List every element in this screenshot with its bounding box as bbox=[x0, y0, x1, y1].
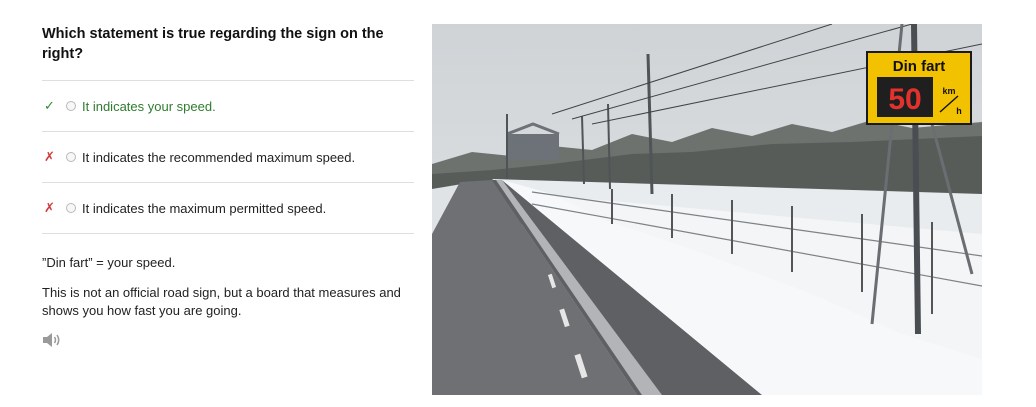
radio-button[interactable] bbox=[66, 152, 76, 162]
quiz-panel: Which statement is true regarding the si… bbox=[42, 24, 414, 348]
radio-button[interactable] bbox=[66, 101, 76, 111]
answer-option-1[interactable]: ✓ It indicates your speed. bbox=[42, 81, 414, 132]
speaker-icon[interactable] bbox=[42, 332, 62, 348]
answer-list: ✓ It indicates your speed. ✗ It indicate… bbox=[42, 80, 414, 234]
sign-speed-value: 50 bbox=[888, 83, 921, 116]
question-text: Which statement is true regarding the si… bbox=[42, 26, 384, 62]
sign-title: Din fart bbox=[893, 58, 946, 75]
check-icon: ✓ bbox=[44, 98, 55, 113]
answer-label: It indicates the maximum permitted speed… bbox=[82, 200, 327, 216]
answer-label: It indicates your speed. bbox=[82, 98, 216, 114]
sign-unit-h: h bbox=[956, 106, 962, 116]
cross-icon: ✗ bbox=[44, 149, 55, 164]
road-photo: Din fart 50 km h bbox=[432, 24, 982, 395]
explanation-line-2: This is not an official road sign, but a… bbox=[42, 285, 401, 318]
sign-unit-km: km bbox=[942, 86, 955, 96]
radio-button[interactable] bbox=[66, 203, 76, 213]
cross-icon: ✗ bbox=[44, 200, 55, 215]
answer-option-2[interactable]: ✗ It indicates the recommended maximum s… bbox=[42, 132, 414, 183]
answer-label: It indicates the recommended maximum spe… bbox=[82, 149, 356, 165]
explanation-line-1: ”Din fart” = your speed. bbox=[42, 255, 176, 270]
answer-option-3[interactable]: ✗ It indicates the maximum permitted spe… bbox=[42, 183, 414, 234]
explanation: ”Din fart” = your speed. This is not an … bbox=[42, 254, 414, 320]
